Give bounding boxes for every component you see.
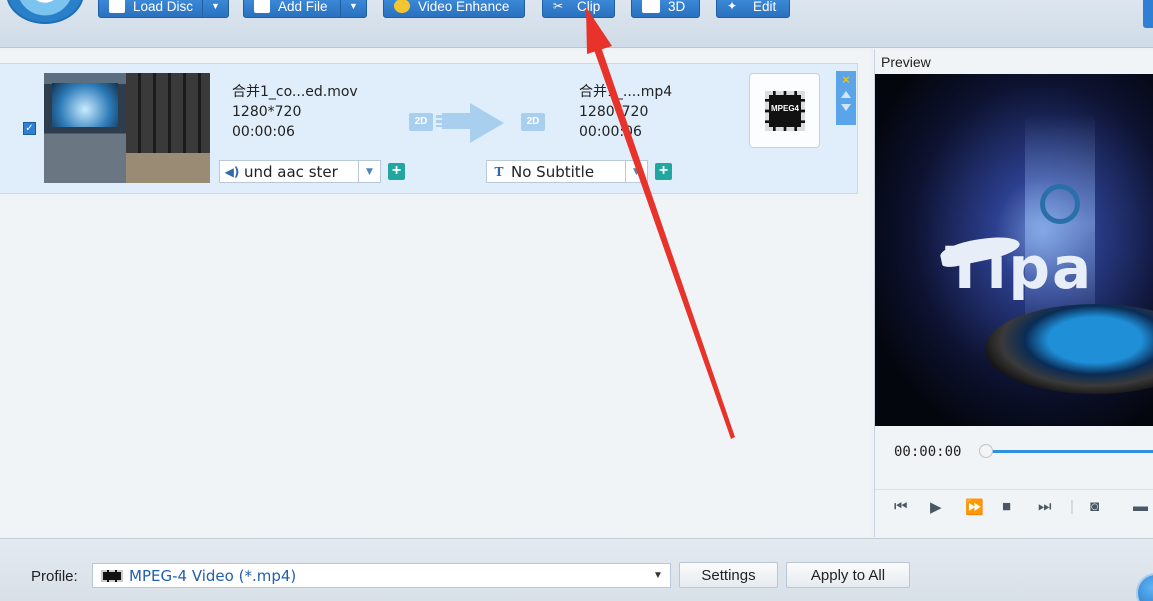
convert-button[interactable] [1136,573,1153,601]
disc-graphic [985,304,1153,394]
source-duration: 00:00:06 [232,124,295,140]
enhance-icon [394,0,410,13]
settings-button[interactable]: Settings [679,562,778,588]
remove-item-icon[interactable]: × [836,72,856,87]
toolbar-right-button[interactable] [1143,0,1153,28]
scissors-icon: ✂ [553,0,564,13]
app-logo [6,0,84,24]
output-info: 合并1_....mp4 1280*720 00:00:06 [579,82,672,142]
add-subtitle-button[interactable]: + [655,163,672,180]
3d-icon [642,0,660,13]
camera-icon[interactable]: ◙ [1090,498,1099,515]
load-disc-label: Load Disc [133,0,194,14]
clip-button[interactable]: ✂ Clip [542,0,615,18]
chevron-down-icon: ▼ [625,161,647,182]
subtitle-select[interactable]: T No Subtitle ▼ [486,160,648,183]
chevron-down-icon: ▼ [358,161,380,182]
preview-video[interactable]: Tipa [875,74,1153,426]
playback-controls: ⏮ ▶ ⏩ ■ ⏭ | ◙ ▬ [875,489,1153,519]
source-resolution: 1280*720 [232,104,302,120]
skip-forward-icon[interactable]: ⏭ [1038,498,1052,515]
3d-button[interactable]: 3D [631,0,700,18]
source-filename: 合并1_co...ed.mov [232,84,358,100]
move-up-icon[interactable] [841,91,851,98]
edit-label: Edit [753,0,777,14]
current-time: 00:00:00 [894,444,962,460]
add-file-dropdown-arrow[interactable]: ▼ [340,0,366,17]
disc-plus-icon [109,0,125,13]
file-plus-icon [254,0,270,13]
output-duration: 00:00:06 [579,124,642,140]
play-icon[interactable]: ▶ [930,498,942,516]
playback-timebar: 00:00:00 [875,429,1153,469]
seek-slider-knob[interactable] [979,444,993,458]
item-side-controls: × [836,71,856,125]
mpeg-film-icon [101,569,123,582]
conversion-arrow: 2D 2D [408,99,548,143]
video-enhance-label: Video Enhance [418,0,510,14]
profile-label: Profile: [31,568,78,585]
folder-icon[interactable]: ▬ [1133,498,1148,515]
load-disc-dropdown-arrow[interactable]: ▼ [202,0,228,17]
add-file-button[interactable]: Add File ▼ [243,0,367,18]
film-icon: MPEG4 [765,91,805,131]
skip-back-icon[interactable]: ⏮ [894,498,908,515]
seek-slider-track[interactable] [985,450,1153,453]
add-audio-track-button[interactable]: + [388,163,405,180]
arrow-right-icon [470,103,504,143]
video-enhance-button[interactable]: Video Enhance [383,0,525,18]
audio-track-value: und aac ster [244,162,338,181]
video-thumbnail[interactable] [44,73,210,183]
footer-bar: Profile: MPEG-4 Video (*.mp4) ▼ Settings… [0,538,1153,601]
add-file-label: Add File [278,0,328,14]
preview-brand-text: Tipa [945,234,1094,302]
preview-panel: Preview Tipa 00:00:00 ⏮ ▶ ⏩ ■ ⏭ | ◙ ▬ [874,49,1153,537]
source-info: 合并1_co...ed.mov 1280*720 00:00:06 [232,82,358,142]
format-icon-label: MPEG4 [770,104,799,113]
fast-forward-icon[interactable]: ⏩ [965,498,984,516]
divider: | [1070,498,1074,515]
apply-to-all-button[interactable]: Apply to All [786,562,910,588]
profile-select[interactable]: MPEG-4 Video (*.mp4) ▼ [92,563,671,588]
3d-label: 3D [668,0,686,14]
output-format-button[interactable]: MPEG4 [749,73,820,148]
audio-track-select[interactable]: ◀) und aac ster ▼ [219,160,381,183]
output-filename[interactable]: 合并1_....mp4 [579,82,672,102]
subtitle-value: No Subtitle [511,162,595,181]
toolbar: Load Disc ▼ Add File ▼ Video Enhance ✂ C… [0,0,1153,48]
file-list-item[interactable]: ✓ 合并1_co...ed.mov 1280*720 00:00:06 2D 2… [0,63,858,194]
profile-value: MPEG-4 Video (*.mp4) [129,566,297,585]
move-down-icon[interactable] [841,104,851,111]
file-checkbox[interactable]: ✓ [23,122,36,135]
clip-label: Clip [577,0,601,14]
edit-button[interactable]: ✦ Edit [716,0,790,18]
chevron-down-icon: ▼ [653,570,663,581]
edit-star-icon: ✦ [727,0,738,13]
speaker-icon: ◀) [224,164,240,179]
output-2d-badge: 2D [521,113,545,131]
load-disc-button[interactable]: Load Disc ▼ [98,0,229,18]
text-t-icon: T [494,164,504,179]
file-list: ✓ 合并1_co...ed.mov 1280*720 00:00:06 2D 2… [0,49,870,537]
stop-icon[interactable]: ■ [1002,498,1011,515]
preview-title: Preview [881,54,931,70]
source-2d-badge: 2D [409,113,433,131]
output-resolution: 1280*720 [579,104,649,120]
film-reel-icon [1040,184,1080,224]
